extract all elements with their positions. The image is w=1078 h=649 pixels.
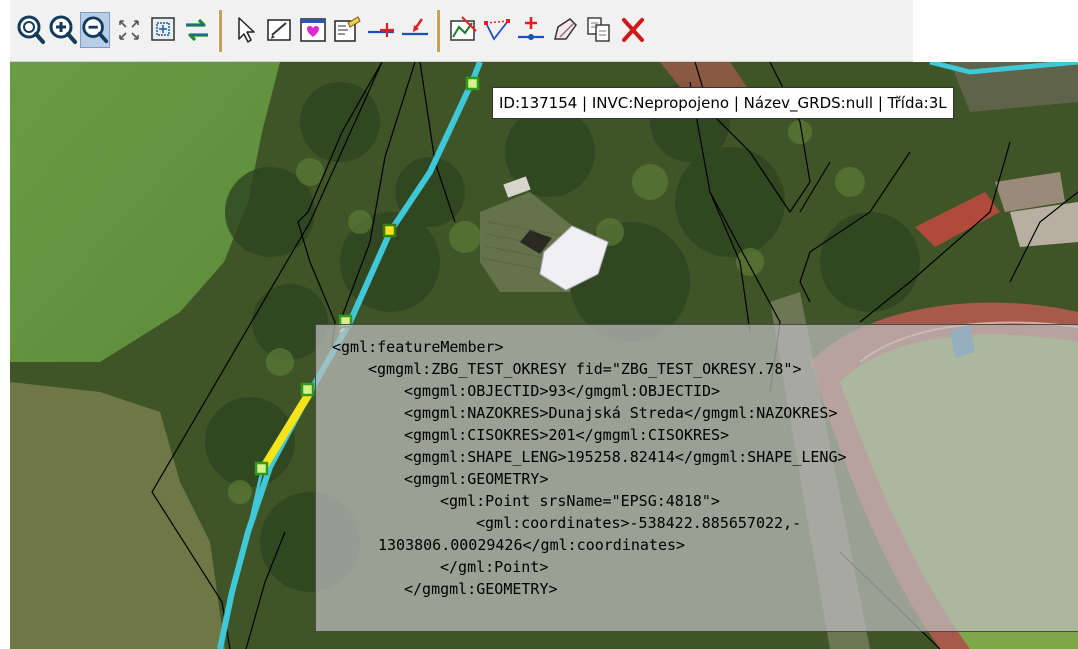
zoom-full-icon [119,20,139,40]
zoom-in-icon [49,15,77,44]
select-button[interactable] [230,12,260,48]
attribute-form-button[interactable] [332,12,362,48]
feature-info-icon [300,18,326,42]
select-arrow-icon [238,17,255,43]
gml-line: <gmgml:GEOMETRY> [404,470,549,488]
add-node-icon [518,17,544,40]
gml-feature-info-panel: <gml:featureMember> <gmgml:ZBG_TEST_OKRE… [315,324,1078,632]
attribute-form-icon [334,16,361,42]
add-vertex-button[interactable] [366,12,396,48]
map-toolbar [10,0,913,62]
zoom-extent-button[interactable] [16,12,46,48]
edit-geometry-icon [450,16,477,41]
vertex-marker[interactable] [382,223,397,238]
gml-line: <gmgml:CISOKRES>201</gmgml:CISOKRES> [404,426,730,444]
select-edit-icon [267,19,291,41]
gml-line: <gmgml:NAZOKRES>Dunajská Streda</gmgml:N… [404,404,838,422]
refresh-button[interactable] [182,12,212,48]
edit-geometry-button[interactable] [448,12,478,48]
vertex-marker[interactable] [254,461,269,476]
feature-info-button[interactable] [298,12,328,48]
select-edit-button[interactable] [264,12,294,48]
gml-line: 1303806.00029426</gml:coordinates> [378,536,686,554]
feature-tooltip: ID:137154 | INVC:Nepropojeno | Název_GRD… [492,87,954,119]
gml-line: <gmgml:SHAPE_LENG>195258.82414</gmgml:SH… [404,448,847,466]
gml-line: <gml:coordinates>-538422.885657022,- [476,514,802,532]
map-canvas[interactable]: ID:137154 | INVC:Nepropojeno | Název_GRD… [10,62,1078,649]
gml-line: </gmgml:GEOMETRY> [404,580,558,598]
toolbar-separator [218,10,222,52]
copy-feature-button[interactable] [584,12,614,48]
add-node-button[interactable] [516,12,546,48]
gml-line: <gmgml:OBJECTID>93</gmgml:OBJECTID> [404,382,721,400]
snap-point-icon [402,18,428,36]
gml-line: <gml:Point srsName="EPSG:4818"> [440,492,720,510]
draw-polygon-button[interactable] [550,12,580,48]
draw-polygon-icon [554,18,577,40]
zoom-out-button[interactable] [80,12,110,48]
delete-button[interactable] [618,12,648,48]
add-vertex-icon [368,23,394,37]
snap-point-button[interactable] [400,12,430,48]
gml-line: <gml:featureMember> [332,338,504,356]
zoom-window-button[interactable] [148,12,178,48]
toolbar-separator [436,10,440,52]
gml-line: <gmgml:ZBG_TEST_OKRESY fid="ZBG_TEST_OKR… [368,360,802,378]
zoom-window-icon [151,17,175,41]
zoom-extent-icon [17,15,45,44]
refresh-arrows-icon [186,18,208,42]
gml-line: </gml:Point> [440,558,549,576]
vertex-marker[interactable] [300,382,315,397]
delete-icon [622,18,644,42]
edit-line-icon [484,19,510,41]
zoom-in-button[interactable] [48,12,78,48]
vertex-marker[interactable] [465,76,480,91]
zoom-full-button[interactable] [114,12,144,48]
copy-feature-icon [587,17,610,42]
edit-line-button[interactable] [482,12,512,48]
zoom-out-icon [82,16,109,44]
